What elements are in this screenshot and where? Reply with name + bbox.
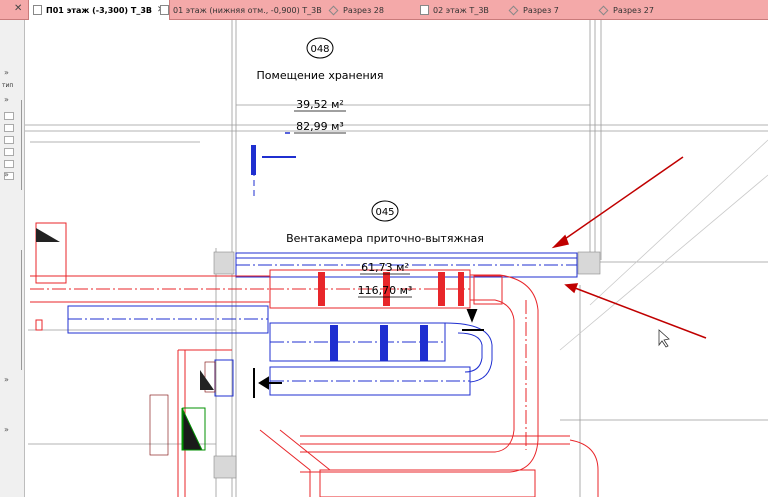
expand-icon[interactable]: » (4, 375, 9, 384)
expand-icon[interactable]: » (4, 95, 9, 104)
annotation-arrows (551, 156, 707, 339)
drawing-canvas[interactable]: 048 Помещение хранения 39,52 м² 82,99 м³… (25, 20, 768, 497)
expand-icon[interactable]: » (4, 425, 9, 434)
expand-icon[interactable]: » (4, 170, 9, 179)
plan-view-icon (420, 5, 429, 15)
tab-section-27[interactable]: Разрез 27 (598, 0, 654, 20)
properties-panel: » тип » » » » (0, 20, 25, 497)
panel-scroll-track[interactable] (21, 100, 22, 190)
room-tag-048: 048 Помещение хранения 39,52 м² 82,99 м³ (257, 37, 384, 134)
diagonal-guide (559, 139, 768, 351)
plan-view-icon (33, 5, 42, 15)
view-tab-bar: ✕ П01 этаж (-3,300) Т_3В ✕ 01 этаж (нижн… (0, 0, 768, 20)
room-volume: 116,70 м³ (358, 284, 413, 297)
tab-label: Разрез 27 (613, 5, 654, 15)
tab-01-floor[interactable]: 01 этаж (нижняя отм., -0,900) Т_3В (160, 0, 322, 20)
equipment-symbols (36, 228, 214, 451)
tab-label: Разрез 7 (523, 5, 559, 15)
tab-label: Разрез 28 (343, 5, 384, 15)
red-ducts (30, 222, 599, 497)
type-label: тип (2, 82, 14, 89)
expand-icon[interactable]: » (4, 68, 9, 77)
room-name: Помещение хранения (257, 69, 384, 82)
room-name: Вентакамера приточно-вытяжная (286, 232, 484, 245)
plan-view-icon (160, 5, 169, 15)
tab-section-28[interactable]: Разрез 28 (328, 0, 384, 20)
tab-label: 02 этаж Т_3В (433, 5, 489, 15)
room-number: 045 (375, 207, 394, 218)
section-view-icon (508, 5, 519, 15)
room-area: 61,73 м² (361, 261, 409, 274)
tool-button[interactable] (4, 112, 14, 120)
tool-button[interactable] (4, 124, 14, 132)
room-number: 048 (310, 44, 329, 55)
panel-scroll-track[interactable] (21, 250, 22, 370)
tab-section-7[interactable]: Разрез 7 (508, 0, 559, 20)
tool-button[interactable] (4, 160, 14, 168)
tool-button[interactable] (4, 148, 14, 156)
tab-label: П01 этаж (-3,300) Т_3В (46, 5, 152, 15)
section-view-icon (328, 5, 339, 15)
close-panel-button[interactable]: ✕ (14, 3, 22, 14)
tab-02-floor[interactable]: 02 этаж Т_3В (420, 0, 489, 20)
room-area: 39,52 м² (296, 98, 344, 111)
tab-p01-floor[interactable]: П01 этаж (-3,300) Т_3В ✕ (28, 0, 170, 20)
mouse-cursor-icon (658, 329, 670, 348)
room-volume: 82,99 м³ (296, 120, 344, 133)
section-view-icon (598, 5, 609, 15)
tab-label: 01 этаж (нижняя отм., -0,900) Т_3В (173, 5, 322, 15)
tool-button[interactable] (4, 136, 14, 144)
